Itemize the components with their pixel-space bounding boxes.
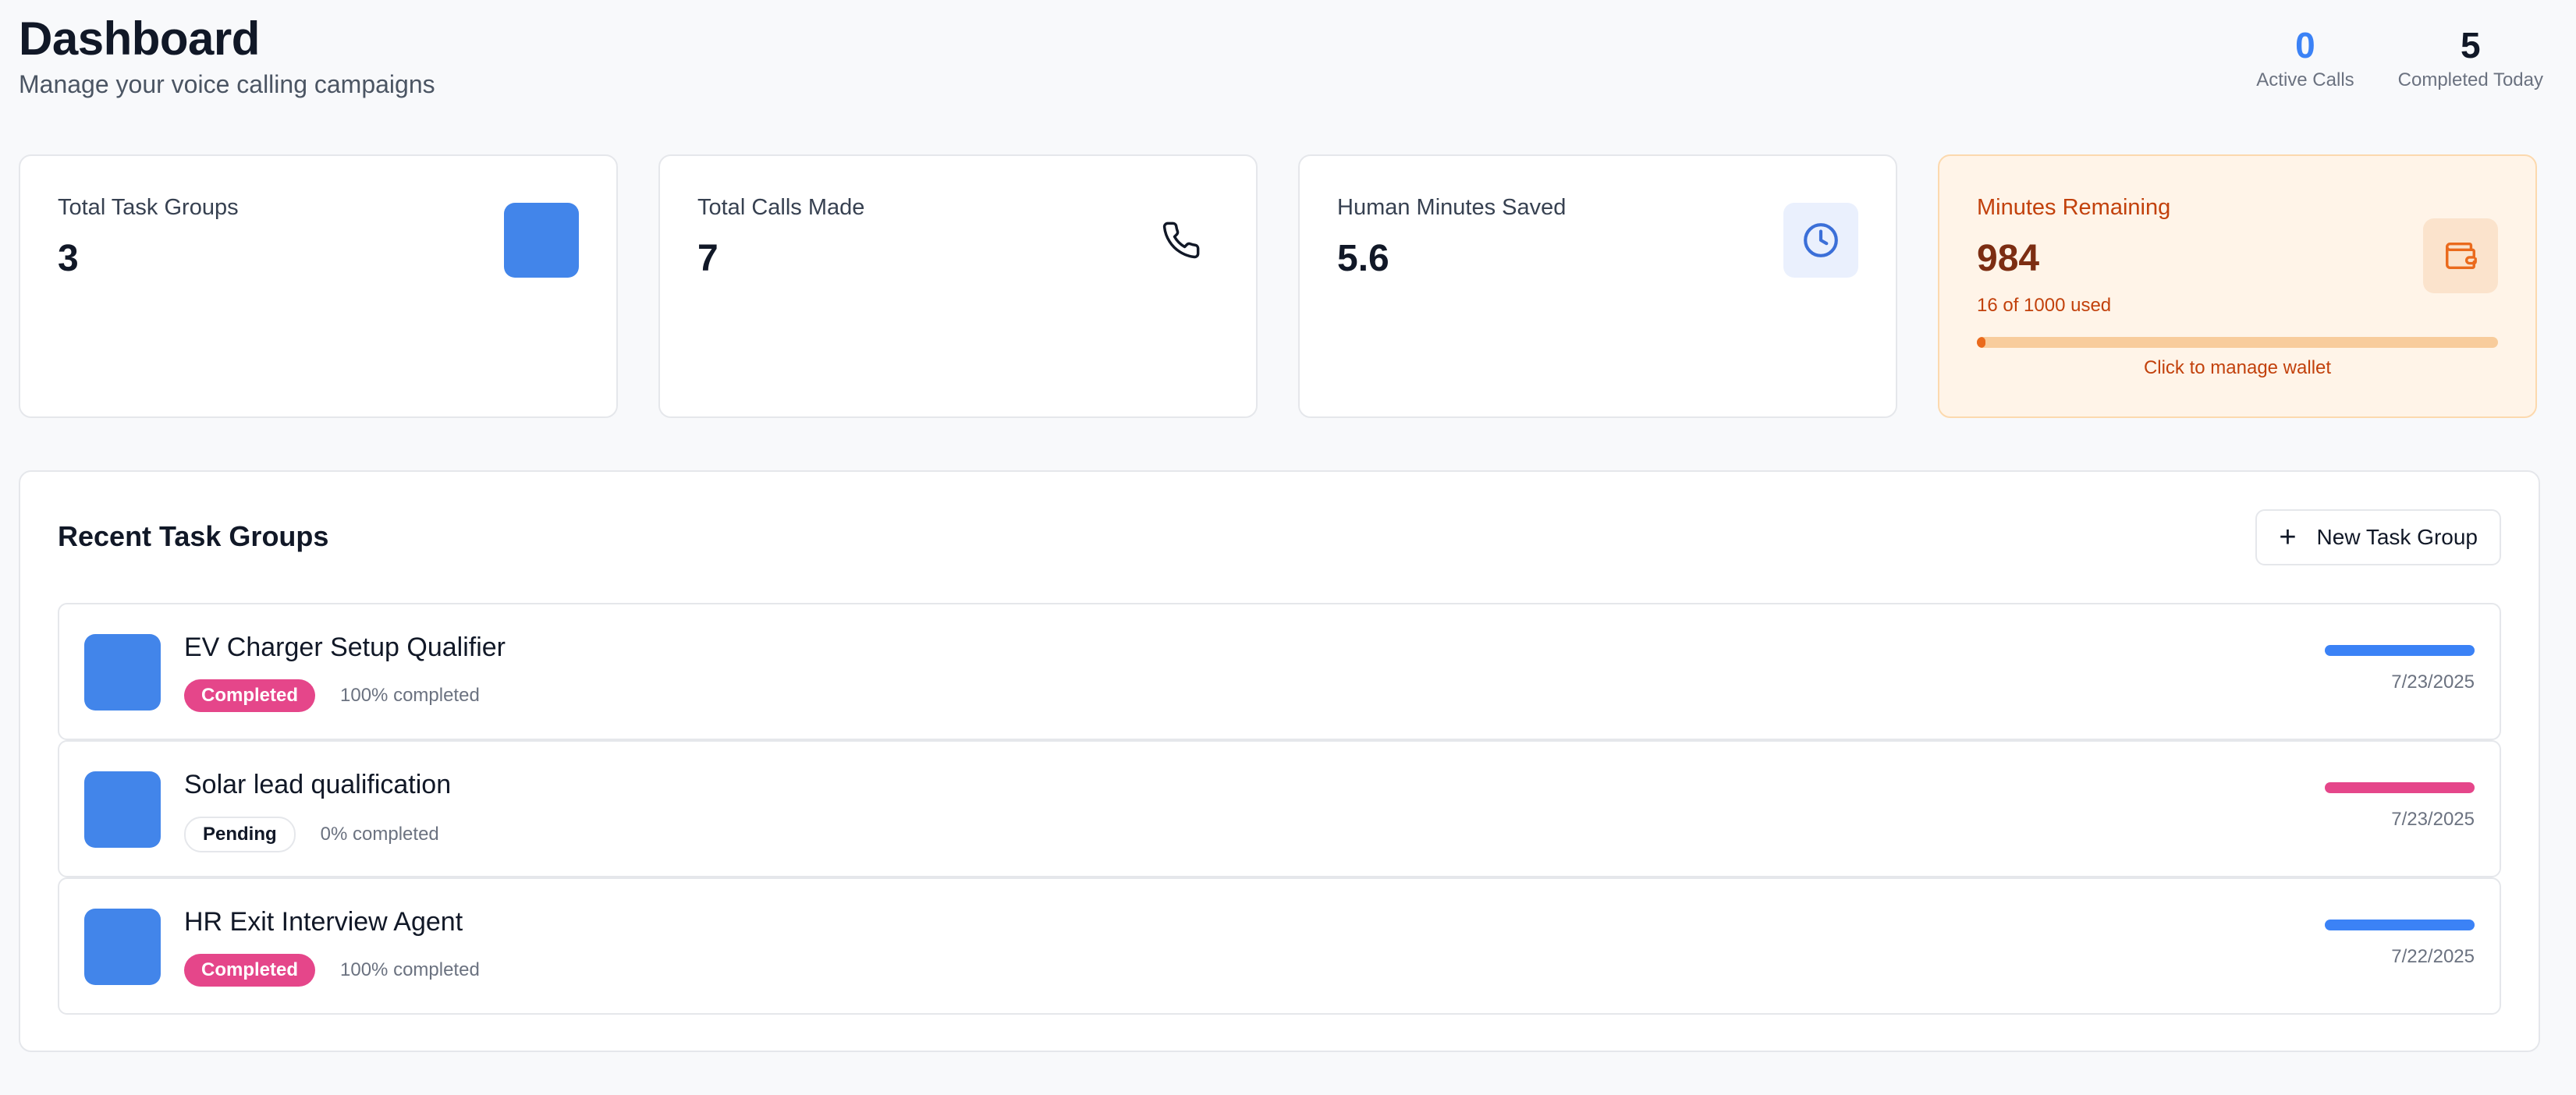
phone-icon	[1144, 203, 1219, 278]
progress-bar	[2325, 782, 2475, 793]
progress-text: 100% completed	[340, 959, 480, 980]
status-badge: Pending	[184, 817, 296, 852]
task-group-icon	[84, 771, 161, 848]
task-group-row[interactable]: HR Exit Interview Agent Completed 100% c…	[58, 877, 2501, 1015]
progress-bar	[2325, 645, 2475, 656]
task-group-name: EV Charger Setup Qualifier	[184, 633, 506, 662]
task-groups-icon	[504, 203, 579, 278]
human-minutes-card: Human Minutes Saved 5.6	[1298, 154, 1897, 418]
task-group-name: HR Exit Interview Agent	[184, 907, 463, 937]
task-group-icon	[84, 634, 161, 711]
dashboard-page: Dashboard Manage your voice calling camp…	[0, 0, 2576, 1095]
card-value: 7	[697, 238, 719, 279]
card-label: Total Calls Made	[697, 195, 865, 220]
task-group-row[interactable]: Solar lead qualification Pending 0% comp…	[58, 740, 2501, 877]
task-group-date: 7/22/2025	[2391, 946, 2475, 967]
progress-text: 100% completed	[340, 685, 480, 706]
plus-icon: +	[2279, 521, 2297, 554]
card-value: 984	[1977, 238, 2040, 279]
task-group-icon	[84, 909, 161, 985]
clock-icon	[1783, 203, 1858, 278]
task-group-meta: Completed 100% completed	[184, 954, 480, 987]
card-label: Human Minutes Saved	[1337, 195, 1567, 220]
minutes-remaining-card[interactable]: Minutes Remaining 984 16 of 1000 used Cl…	[1938, 154, 2537, 418]
task-group-list: EV Charger Setup Qualifier Completed 100…	[58, 603, 2501, 1015]
completed-today-label: Completed Today	[2397, 69, 2543, 90]
total-task-groups-card: Total Task Groups 3	[19, 154, 618, 418]
wallet-icon	[2423, 218, 2498, 293]
minutes-usage-bar	[1977, 337, 2498, 348]
new-task-group-label: New Task Group	[2316, 525, 2478, 549]
progress-bar	[2325, 920, 2475, 930]
card-label: Minutes Remaining	[1977, 195, 2171, 220]
task-group-row[interactable]: EV Charger Setup Qualifier Completed 100…	[58, 603, 2501, 740]
active-calls-stat: 0 Active Calls	[2256, 23, 2354, 92]
header-stats: 0 Active Calls 5 Completed Today	[2256, 23, 2543, 92]
completed-today-stat: 5 Completed Today	[2398, 23, 2543, 92]
task-group-date: 7/23/2025	[2391, 672, 2475, 693]
active-calls-label: Active Calls	[2256, 69, 2354, 90]
card-value: 3	[58, 238, 79, 279]
new-task-group-button[interactable]: + New Task Group	[2255, 509, 2501, 565]
recent-task-groups-panel: Recent Task Groups + New Task Group EV C…	[19, 470, 2540, 1052]
completed-today-value: 5	[2461, 25, 2481, 66]
task-group-meta: Completed 100% completed	[184, 679, 480, 712]
status-badge: Completed	[184, 679, 316, 712]
status-badge: Completed	[184, 954, 316, 987]
minutes-used-text: 16 of 1000 used	[1977, 295, 2112, 316]
card-value: 5.6	[1337, 238, 1389, 279]
page-header: Dashboard Manage your voice calling camp…	[19, 11, 435, 100]
manage-wallet-link[interactable]: Click to manage wallet	[1939, 357, 2535, 379]
total-calls-card: Total Calls Made 7	[658, 154, 1258, 418]
task-group-date: 7/23/2025	[2391, 809, 2475, 830]
progress-text: 0% completed	[320, 824, 439, 845]
section-title: Recent Task Groups	[58, 520, 329, 552]
task-group-meta: Pending 0% completed	[184, 817, 439, 852]
page-subtitle: Manage your voice calling campaigns	[19, 70, 435, 98]
minutes-usage-fill	[1977, 337, 1985, 348]
card-label: Total Task Groups	[58, 195, 239, 220]
page-title: Dashboard	[19, 12, 260, 65]
task-group-name: Solar lead qualification	[184, 770, 452, 799]
active-calls-value: 0	[2295, 25, 2315, 66]
